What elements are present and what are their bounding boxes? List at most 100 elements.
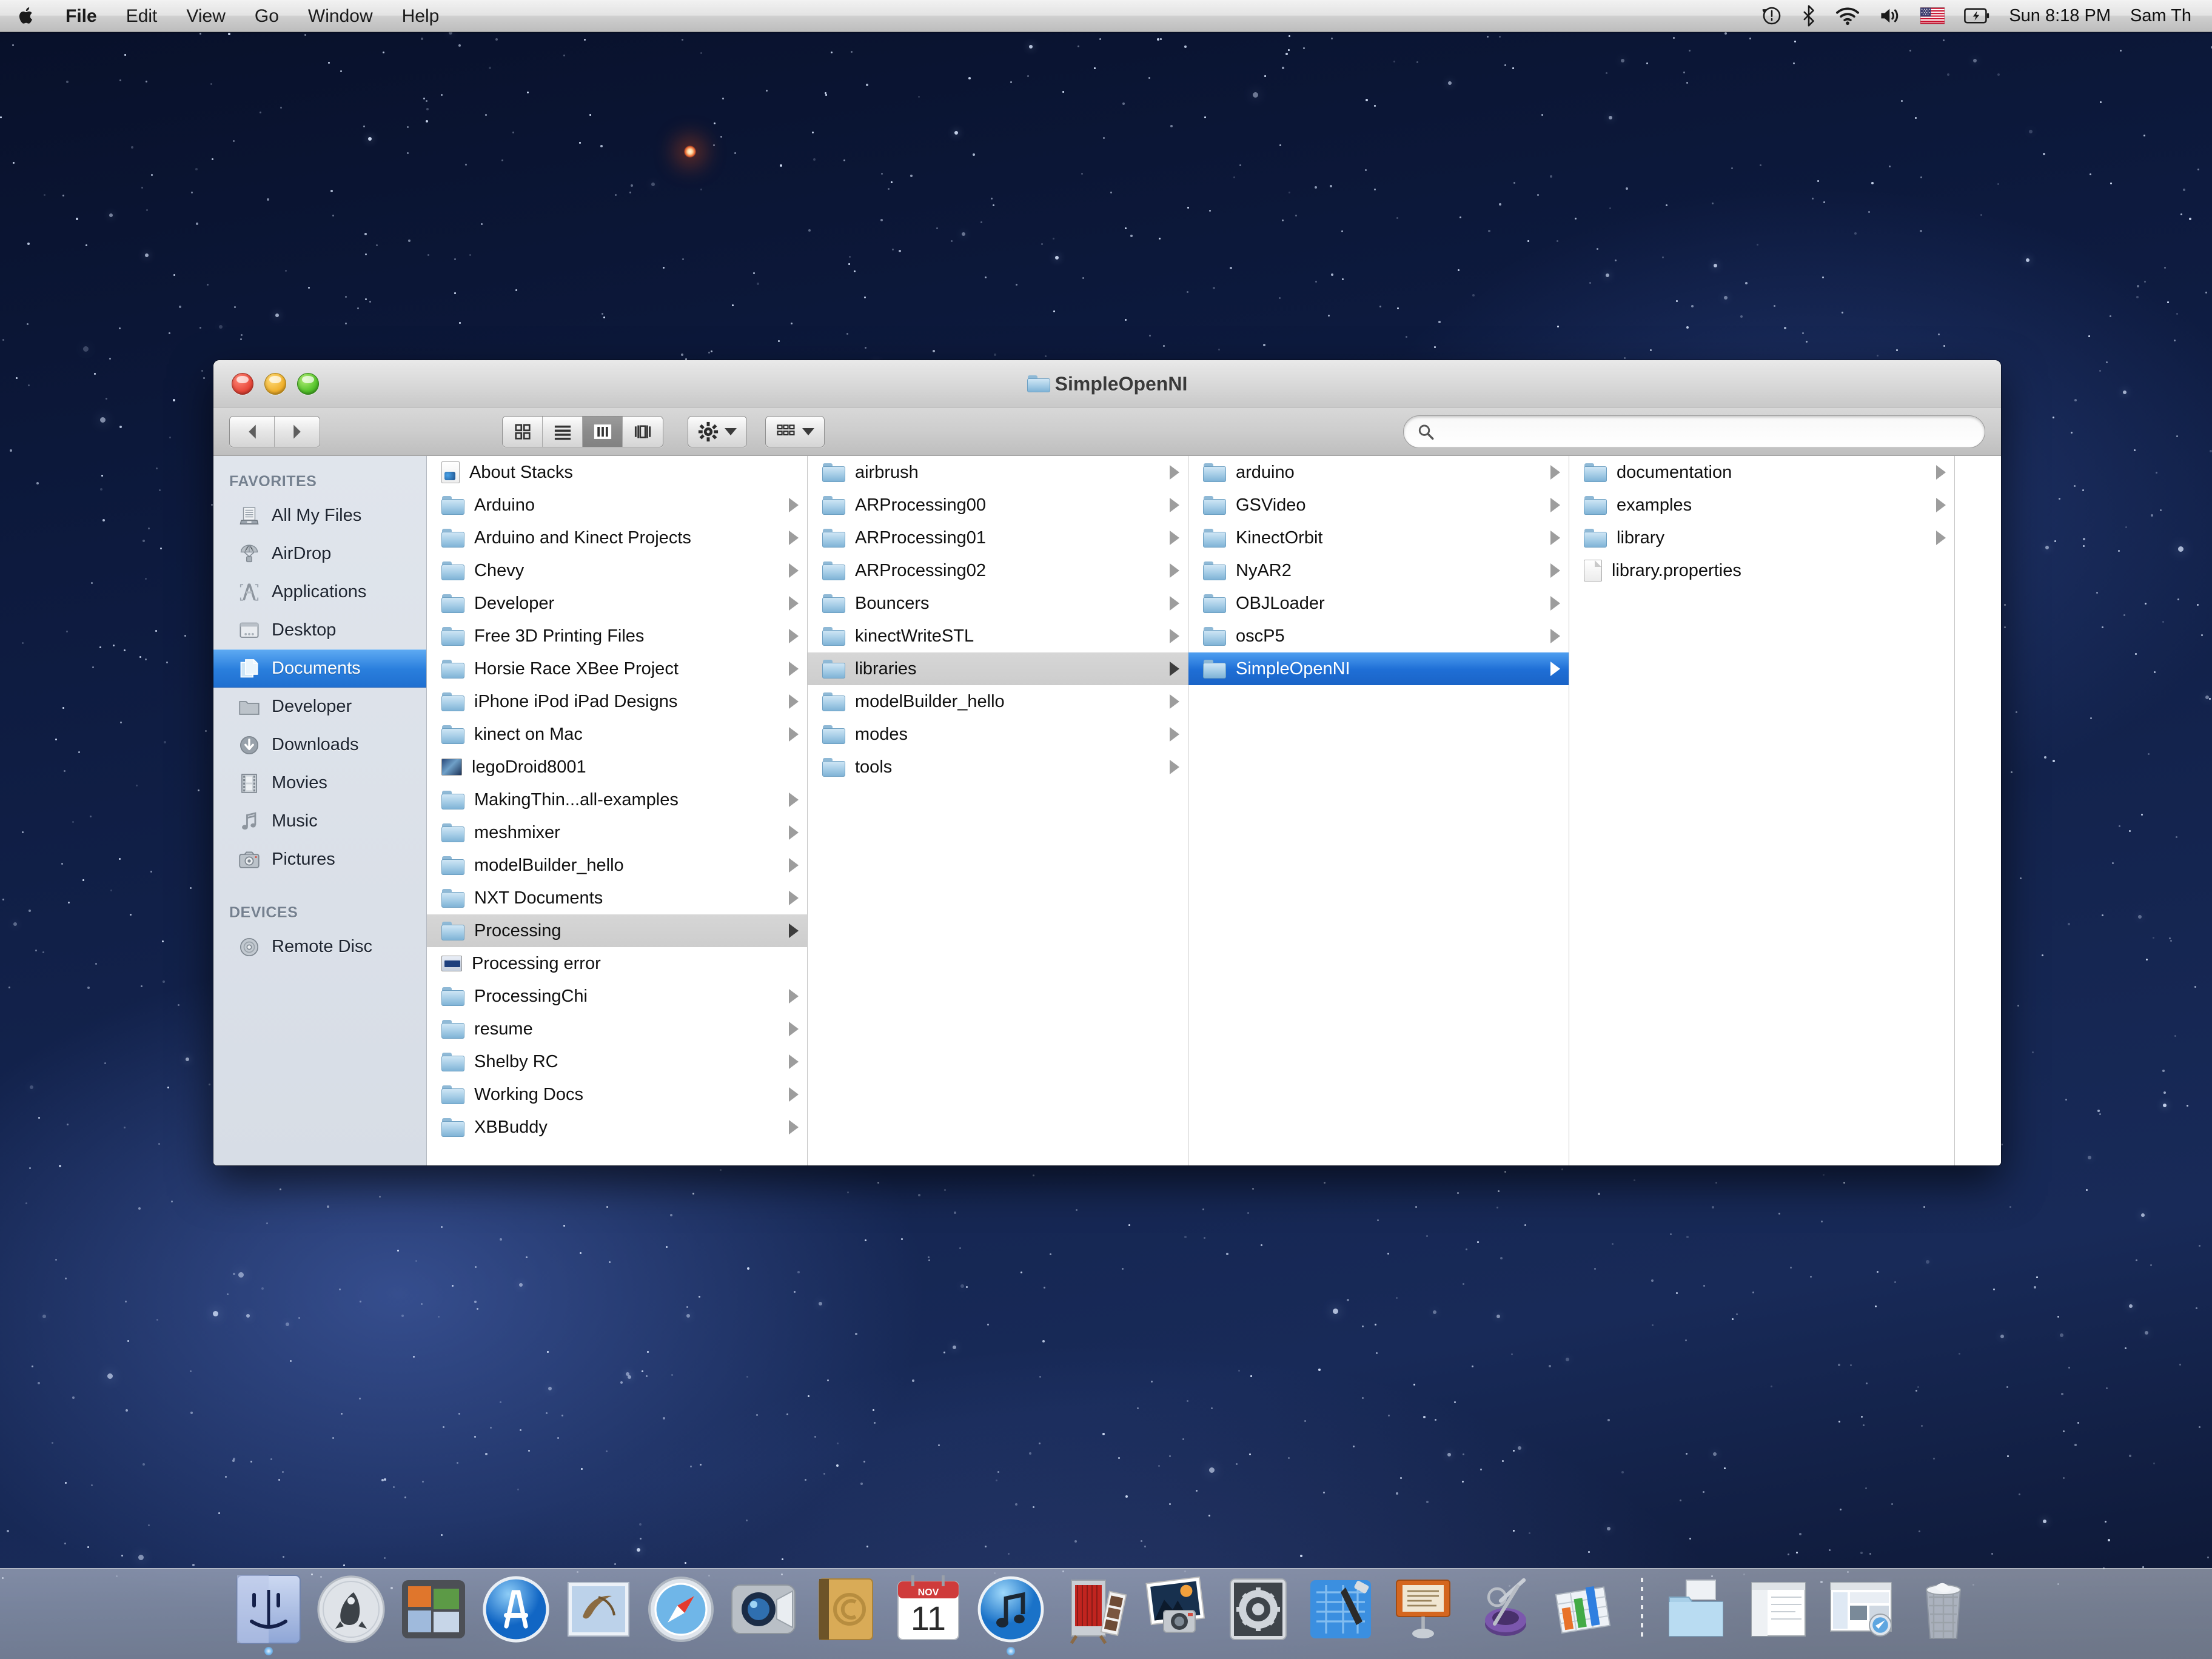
column-processing[interactable]: airbrush ARProcessing00 ARProcessing01 ARPr… bbox=[808, 456, 1188, 1165]
finder-window[interactable]: SimpleOpenNI FAVORITES All My Files AirD… bbox=[213, 360, 2001, 1165]
sidebar-item-pictures[interactable]: Pictures bbox=[213, 840, 426, 879]
list-item[interactable]: Bouncers bbox=[808, 587, 1188, 620]
timemachine-status[interactable] bbox=[1752, 0, 1792, 32]
dock-item-photo-booth[interactable] bbox=[1057, 1573, 1130, 1646]
dock-item-minimized-window-2[interactable] bbox=[1825, 1573, 1897, 1646]
input-source-status[interactable] bbox=[1911, 0, 1954, 32]
volume-status[interactable] bbox=[1869, 0, 1911, 32]
sidebar-item-airdrop[interactable]: AirDrop bbox=[213, 535, 426, 573]
list-item[interactable]: KinectOrbit bbox=[1188, 521, 1569, 554]
list-item[interactable]: SimpleOpenNI bbox=[1188, 652, 1569, 685]
list-item[interactable]: resume bbox=[427, 1013, 807, 1045]
sidebar-item-documents[interactable]: Documents bbox=[213, 649, 426, 688]
dock-item-minimized-window-1[interactable] bbox=[1742, 1573, 1815, 1646]
list-item[interactable]: tools bbox=[808, 751, 1188, 783]
bluetooth-status[interactable] bbox=[1792, 0, 1826, 32]
list-item[interactable]: documentation bbox=[1569, 456, 1954, 489]
dock-item-iphoto[interactable] bbox=[1139, 1573, 1212, 1646]
column-view-button[interactable] bbox=[583, 416, 623, 447]
list-item[interactable]: XBBuddy bbox=[427, 1111, 807, 1144]
list-item[interactable]: kinect on Mac bbox=[427, 718, 807, 751]
menu-help[interactable]: Help bbox=[387, 0, 454, 32]
list-item[interactable]: Processing error bbox=[427, 947, 807, 980]
dock-item-trash[interactable] bbox=[1907, 1573, 1980, 1646]
list-item[interactable]: Arduino and Kinect Projects bbox=[427, 521, 807, 554]
list-item[interactable]: oscP5 bbox=[1188, 620, 1569, 652]
clock[interactable]: Sun 8:18 PM bbox=[1999, 0, 2120, 32]
list-item[interactable]: iPhone iPod iPad Designs bbox=[427, 685, 807, 718]
wifi-status[interactable] bbox=[1826, 0, 1869, 32]
list-item[interactable]: ARProcessing00 bbox=[808, 489, 1188, 521]
menu-window[interactable]: Window bbox=[293, 0, 387, 32]
dock-item-processing[interactable] bbox=[1469, 1573, 1542, 1646]
list-item[interactable]: MakingThin...all-examples bbox=[427, 783, 807, 816]
list-item[interactable]: library bbox=[1569, 521, 1954, 554]
list-item[interactable]: NXT Documents bbox=[427, 882, 807, 914]
sidebar-item-remote-disc[interactable]: Remote Disc bbox=[213, 928, 426, 966]
column-documents[interactable]: About Stacks Arduino Arduino and Kinect Pr… bbox=[427, 456, 808, 1165]
list-item[interactable]: Processing bbox=[427, 914, 807, 947]
dock-item-keynote[interactable] bbox=[1387, 1573, 1460, 1646]
action-menu-button[interactable] bbox=[688, 415, 747, 447]
dock-item-facetime[interactable] bbox=[727, 1573, 800, 1646]
list-item[interactable]: Free 3D Printing Files bbox=[427, 620, 807, 652]
list-item[interactable]: OBJLoader bbox=[1188, 587, 1569, 620]
dock-item-app-store[interactable] bbox=[480, 1573, 552, 1646]
list-item[interactable]: modelBuilder_hello bbox=[427, 849, 807, 882]
sidebar-item-downloads[interactable]: Downloads bbox=[213, 726, 426, 764]
list-item[interactable]: arduino bbox=[1188, 456, 1569, 489]
menu-file[interactable]: File bbox=[51, 0, 112, 32]
list-item[interactable]: examples bbox=[1569, 489, 1954, 521]
menu-go[interactable]: Go bbox=[240, 0, 293, 32]
dock-item-mission-control[interactable] bbox=[397, 1573, 470, 1646]
sidebar-item-applications[interactable]: Applications bbox=[213, 573, 426, 611]
dock-item-mail[interactable] bbox=[562, 1573, 635, 1646]
list-item[interactable]: meshmixer bbox=[427, 816, 807, 849]
list-item[interactable]: Developer bbox=[427, 587, 807, 620]
dock-item-safari[interactable] bbox=[645, 1573, 717, 1646]
dock-item-itunes[interactable] bbox=[974, 1573, 1047, 1655]
dock-item-launchpad[interactable] bbox=[315, 1573, 387, 1646]
list-item[interactable]: About Stacks bbox=[427, 456, 807, 489]
list-item[interactable]: ProcessingChi bbox=[427, 980, 807, 1013]
list-item[interactable]: modelBuilder_hello bbox=[808, 685, 1188, 718]
coverflow-view-button[interactable] bbox=[623, 416, 663, 447]
close-button[interactable] bbox=[232, 372, 253, 395]
icon-view-button[interactable] bbox=[503, 416, 543, 447]
arrange-menu-button[interactable] bbox=[765, 415, 825, 447]
menu-edit[interactable]: Edit bbox=[112, 0, 172, 32]
user-menu[interactable]: Sam Th bbox=[2120, 0, 2201, 32]
column-simpleopenni[interactable]: documentation examples library library.prop… bbox=[1569, 456, 1955, 1165]
list-item[interactable]: Working Docs bbox=[427, 1078, 807, 1111]
menu-view[interactable]: View bbox=[172, 0, 240, 32]
window-titlebar[interactable]: SimpleOpenNI bbox=[213, 360, 2001, 407]
apple-menu-button[interactable] bbox=[0, 6, 51, 25]
minimize-button[interactable] bbox=[264, 372, 286, 395]
forward-button[interactable] bbox=[275, 416, 320, 447]
list-item[interactable]: ARProcessing01 bbox=[808, 521, 1188, 554]
dock-item-documents-stack[interactable] bbox=[1660, 1573, 1732, 1646]
list-item[interactable]: Horsie Race XBee Project bbox=[427, 652, 807, 685]
column-libraries[interactable]: arduino GSVideo KinectOrbit NyAR2 OBJLoader o… bbox=[1188, 456, 1569, 1165]
list-item[interactable]: libraries bbox=[808, 652, 1188, 685]
list-item[interactable]: Arduino bbox=[427, 489, 807, 521]
sidebar-item-desktop[interactable]: Desktop bbox=[213, 611, 426, 649]
list-item[interactable]: legoDroid8001 bbox=[427, 751, 807, 783]
dock-item-finder[interactable] bbox=[232, 1573, 305, 1655]
search-input[interactable] bbox=[1443, 422, 1971, 441]
list-item[interactable]: airbrush bbox=[808, 456, 1188, 489]
list-item[interactable]: modes bbox=[808, 718, 1188, 751]
sidebar-item-developer[interactable]: Developer bbox=[213, 688, 426, 726]
list-item[interactable]: kinectWriteSTL bbox=[808, 620, 1188, 652]
dock-item-calendar[interactable]: NOV 11 bbox=[892, 1573, 965, 1646]
list-item[interactable]: Chevy bbox=[427, 554, 807, 587]
list-item[interactable]: GSVideo bbox=[1188, 489, 1569, 521]
sidebar-item-all-my-files[interactable]: All My Files bbox=[213, 497, 426, 535]
dock-item-xcode[interactable] bbox=[1304, 1573, 1377, 1646]
list-item[interactable]: Shelby RC bbox=[427, 1045, 807, 1078]
zoom-button[interactable] bbox=[297, 372, 319, 395]
list-view-button[interactable] bbox=[543, 416, 583, 447]
list-item[interactable]: NyAR2 bbox=[1188, 554, 1569, 587]
search-field[interactable] bbox=[1403, 415, 1985, 448]
list-item[interactable]: library.properties bbox=[1569, 554, 1954, 587]
